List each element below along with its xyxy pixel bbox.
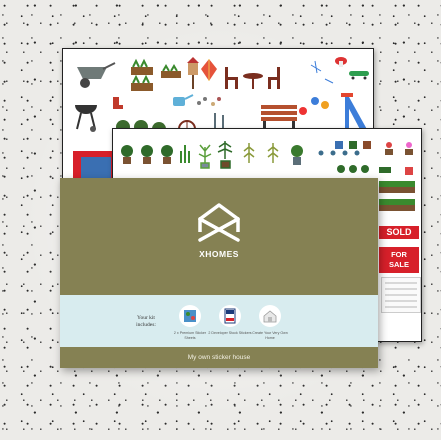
- house-icon: [259, 305, 281, 327]
- flower-pot: [385, 142, 393, 155]
- planter-box-green: [379, 181, 415, 193]
- dragonfly-sticker: [310, 60, 334, 84]
- mushroom-sticker: [335, 57, 347, 67]
- flower-pot-2: [405, 142, 413, 155]
- birdhouse-sticker: [187, 57, 199, 89]
- patio-set-sticker: [225, 67, 280, 89]
- for-sale-line-2: SALE: [388, 260, 409, 269]
- kite-sticker: [201, 59, 217, 81]
- product-photo: SOLD FOR SALE XHOMES Your kit includes: …: [0, 0, 441, 440]
- sold-sign: SOLD: [379, 226, 419, 239]
- listing-document-sticker: [381, 277, 421, 313]
- kit-contents-band: Your kit includes: 2 x Premium Sticker S…: [60, 295, 378, 347]
- dots-sticker: [197, 97, 221, 106]
- planter-box-green-2: [379, 199, 415, 211]
- kit-item-sticker-sheets: 2 x Premium Sticker Sheets: [168, 305, 212, 340]
- stock-stickers-icon: [219, 305, 241, 327]
- kit-item-stock-stickers: 2 Developer Stock Stickers: [208, 305, 252, 336]
- for-sale-line-1: FOR: [391, 250, 407, 259]
- xhomes-logo-icon: [196, 203, 242, 244]
- kit-item-own-home: Create Your Very Own Home: [248, 305, 292, 340]
- watering-can-sticker: [173, 94, 194, 106]
- card-footer-tagline: My own sticker house: [187, 354, 251, 361]
- boot-sticker: [113, 97, 123, 109]
- plant-row-1: [121, 141, 413, 169]
- kit-item-caption: 2 x Premium Sticker Sheets: [173, 331, 207, 340]
- balls-sticker: [299, 97, 329, 115]
- kit-intro-label: Your kit includes:: [136, 315, 156, 328]
- product-card: XHOMES Your kit includes: 2 x Premium St…: [60, 178, 378, 368]
- for-sale-sign: FOR SALE: [379, 247, 419, 273]
- skateboard-sticker: [349, 71, 369, 80]
- sticker-sheets-icon: [179, 305, 201, 327]
- kit-item-caption: Create Your Very Own Home: [252, 331, 288, 340]
- kit-item-caption: 2 Developer Stock Stickers: [208, 331, 252, 335]
- bbq-sticker: [75, 105, 97, 132]
- planter-sticker-2: [161, 64, 181, 78]
- brand-name: XHOMES: [199, 249, 239, 259]
- planter-sticker: [131, 58, 153, 91]
- wheelbarrow-sticker: [77, 62, 116, 88]
